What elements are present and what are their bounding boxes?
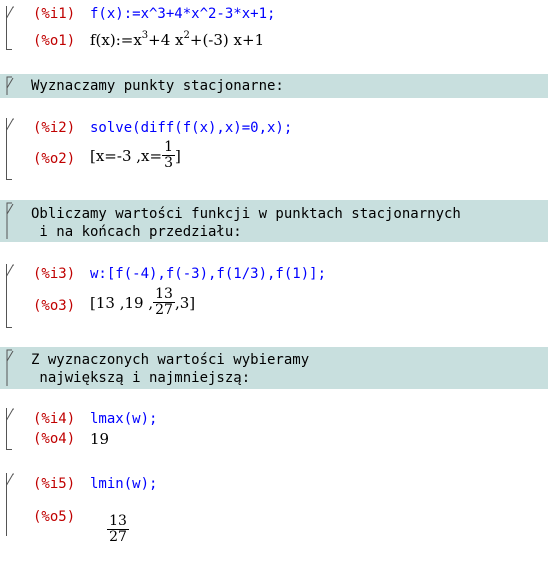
input-expression[interactable]: solve(diff(f(x),x)=0,x); (90, 120, 292, 136)
fraction-denominator: 27 (155, 302, 173, 318)
input-expression[interactable]: w:[f(-4),f(-3),f(1/3),f(1)]; (90, 266, 326, 282)
bracket-corner-icon (6, 118, 14, 132)
bracket-corner-icon (6, 6, 14, 20)
fraction-numerator: 13 (107, 513, 129, 530)
fraction-numerator: 1 (162, 139, 175, 156)
bracket-corner-icon (6, 76, 14, 95)
input-expression[interactable]: f(x):=x^3+4*x^2-3*x+1; (90, 6, 275, 22)
exponent: 3 (141, 30, 149, 41)
fraction-denominator: 3 (164, 155, 173, 171)
output-expression[interactable]: [x=-3 ,x= 13 ] (90, 140, 181, 171)
fraction: 13 (162, 140, 175, 171)
output-part: f(x):=x (90, 31, 142, 49)
output-label: (%o3) (33, 298, 76, 314)
input-label: (%i3) (33, 266, 76, 282)
output-expression[interactable]: 19 (90, 430, 109, 448)
output-part: [x=-3 ,x= (90, 146, 163, 165)
input-label: (%i1) (33, 6, 76, 22)
bracket-corner-icon (6, 408, 14, 422)
bracket-corner-icon (6, 202, 14, 239)
output-part: +(-3) x+1 (189, 31, 265, 49)
output-expression[interactable]: f(x):=x3+4 x2+(-3) x+1 (90, 30, 265, 49)
output-label: (%o4) (33, 431, 76, 447)
cell-bracket[interactable] (6, 118, 14, 180)
cell-bracket[interactable] (6, 408, 14, 450)
text-cell-content: Z wyznaczonych wartości wybieramy najwię… (31, 352, 310, 386)
output-label: (%o1) (33, 33, 76, 49)
fraction-numerator: 13 (153, 286, 175, 303)
cell-bracket[interactable] (6, 6, 14, 50)
output-part: [13 ,19 , (90, 293, 154, 312)
text-cell-content: Wyznaczamy punkty stacjonarne: (31, 78, 284, 94)
input-label: (%i5) (33, 476, 76, 492)
bracket-corner-icon (6, 264, 14, 278)
output-label: (%o5) (33, 509, 76, 525)
output-label: (%o2) (33, 151, 76, 167)
exponent: 2 (183, 30, 190, 41)
input-label: (%i4) (33, 411, 76, 427)
text-cell[interactable]: Z wyznaczonych wartości wybieramy najwię… (0, 347, 548, 389)
cell-bracket[interactable] (6, 473, 14, 536)
output-expression[interactable]: [13 ,19 , 13 27 ,3] (90, 287, 195, 318)
text-cell[interactable]: Wyznaczamy punkty stacjonarne: (0, 74, 548, 98)
text-cell[interactable]: Obliczamy wartości funkcji w punktach st… (0, 200, 548, 242)
fraction: 13 27 (153, 287, 175, 318)
cell-bracket[interactable] (6, 264, 14, 328)
output-part: +4 x (148, 31, 184, 49)
fraction: 13 27 (107, 514, 129, 545)
input-expression[interactable]: lmax(w); (90, 411, 157, 427)
input-expression[interactable]: lmin(w); (90, 476, 157, 492)
fraction-denominator: 27 (109, 529, 127, 545)
input-label: (%i2) (33, 120, 76, 136)
bracket-corner-icon (6, 349, 14, 386)
bracket-corner-icon (6, 473, 14, 487)
output-part: ,3] (174, 293, 196, 312)
output-expression[interactable]: 13 27 (88, 496, 129, 563)
text-cell-content: Obliczamy wartości funkcji w punktach st… (31, 206, 461, 240)
output-part: ] (174, 146, 181, 165)
